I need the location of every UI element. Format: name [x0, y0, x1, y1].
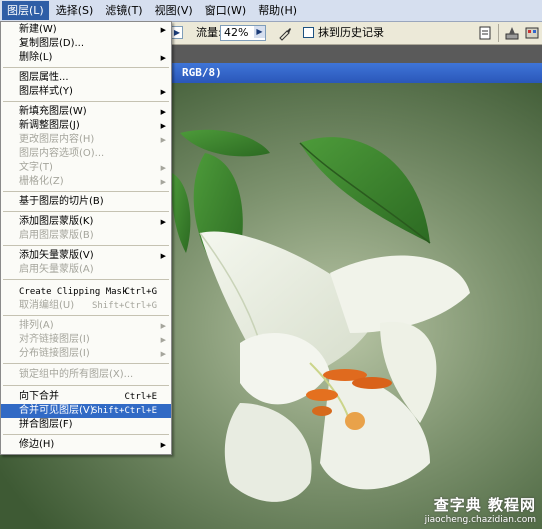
- menu-separator: [3, 211, 169, 212]
- submenu-arrow-icon: ▶: [160, 26, 166, 34]
- menu-help[interactable]: 帮助(H): [253, 1, 302, 20]
- menu-layer[interactable]: 图层(L): [2, 1, 49, 20]
- menu-item-ungroup[interactable]: 取消编组(U) Shift+Ctrl+G: [1, 299, 171, 313]
- flow-arrow-button[interactable]: ▶: [254, 26, 265, 38]
- palette-icon[interactable]: [524, 25, 540, 41]
- menu-item-lock-all-layers[interactable]: 锁定组中的所有图层(X)...: [1, 368, 171, 382]
- menu-separator: [3, 191, 169, 192]
- menu-separator: [3, 315, 169, 316]
- watermark-title: 查字典 教程网: [433, 496, 536, 514]
- menu-bar: 图层(L) 选择(S) 滤镜(T) 视图(V) 窗口(W) 帮助(H): [0, 0, 542, 22]
- submenu-arrow-icon: ▶: [160, 252, 166, 260]
- submenu-arrow-icon: ▶: [160, 122, 166, 130]
- menu-item-new[interactable]: 新建(W) ▶: [1, 23, 171, 37]
- watermark: 查字典 教程网 jiaocheng.chazidian.com: [425, 494, 536, 525]
- watermark-url: jiaocheng.chazidian.com: [424, 515, 536, 525]
- erase-to-history-label: 抹到历史记录: [318, 26, 384, 39]
- options-separator: [498, 24, 499, 42]
- menu-view[interactable]: 视图(V): [150, 1, 198, 20]
- menu-separator: [3, 67, 169, 68]
- menu-separator: [3, 385, 169, 386]
- menu-item-arrange[interactable]: 排列(A) ▶: [1, 319, 171, 333]
- menu-item-merge-visible[interactable]: 合并可见图层(V) Shift+Ctrl+E: [1, 404, 171, 418]
- submenu-arrow-icon: ▶: [160, 218, 166, 226]
- menu-item-layer-properties[interactable]: 图层属性...: [1, 71, 171, 85]
- submenu-arrow-icon: ▶: [160, 322, 166, 330]
- menu-item-add-layer-mask[interactable]: 添加图层蒙版(K) ▶: [1, 215, 171, 229]
- menu-item-layer-content-options[interactable]: 图层内容选项(O)...: [1, 147, 171, 161]
- document-title-text: RGB/8): [182, 66, 222, 79]
- menu-item-create-clipping-mask[interactable]: Create Clipping Mask Ctrl+G: [1, 285, 171, 299]
- menu-item-change-layer-content[interactable]: 更改图层内容(H) ▶: [1, 133, 171, 147]
- menu-item-new-fill-layer[interactable]: 新填充图层(W) ▶: [1, 105, 171, 119]
- menu-separator: [3, 434, 169, 435]
- menu-window[interactable]: 窗口(W): [200, 1, 251, 20]
- menu-item-matting[interactable]: 修边(H) ▶: [1, 438, 171, 452]
- submenu-arrow-icon: ▶: [160, 178, 166, 186]
- menu-separator: [3, 363, 169, 364]
- menu-separator: [3, 101, 169, 102]
- document-icon[interactable]: [478, 25, 492, 41]
- submenu-arrow-icon: ▶: [160, 164, 166, 172]
- menu-item-enable-vector-mask[interactable]: 启用矢量蒙版(A): [1, 263, 171, 277]
- menu-item-new-adjustment-layer[interactable]: 新调整图层(J) ▶: [1, 119, 171, 133]
- menu-item-layer-style[interactable]: 图层样式(Y) ▶: [1, 85, 171, 99]
- document-title-bar[interactable]: RGB/8): [172, 63, 542, 83]
- menu-item-rasterize[interactable]: 栅格化(Z) ▶: [1, 175, 171, 189]
- brushes-icon[interactable]: [504, 25, 520, 41]
- flow-label: 流量:: [196, 26, 222, 39]
- menu-item-duplicate-layer[interactable]: 复制图层(D)...: [1, 37, 171, 51]
- submenu-arrow-icon: ▶: [160, 441, 166, 449]
- menu-item-flatten-image[interactable]: 拼合图层(F): [1, 418, 171, 432]
- layer-menu: 新建(W) ▶ 复制图层(D)... 删除(L) ▶ 图层属性... 图层样式(Y)…: [0, 21, 172, 455]
- menu-item-enable-layer-mask[interactable]: 启用图层蒙版(B): [1, 229, 171, 243]
- menu-select[interactable]: 选择(S): [51, 1, 99, 20]
- menu-item-layer-based-slice[interactable]: 基于图层的切片(B): [1, 195, 171, 209]
- submenu-arrow-icon: ▶: [160, 88, 166, 96]
- submenu-arrow-icon: ▶: [160, 108, 166, 116]
- erase-to-history-checkbox[interactable]: [303, 27, 314, 38]
- submenu-arrow-icon: ▶: [160, 136, 166, 144]
- menu-separator: [3, 279, 169, 280]
- menu-item-align-linked[interactable]: 对齐链接图层(I) ▶: [1, 333, 171, 347]
- menu-item-type[interactable]: 文字(T) ▶: [1, 161, 171, 175]
- menu-item-merge-down[interactable]: 向下合并 Ctrl+E: [1, 390, 171, 404]
- menu-item-add-vector-mask[interactable]: 添加矢量蒙版(V) ▶: [1, 249, 171, 263]
- menu-separator: [3, 245, 169, 246]
- menu-item-delete[interactable]: 删除(L) ▶: [1, 51, 171, 65]
- opacity-arrow-button[interactable]: ▶: [171, 26, 183, 39]
- menu-item-distribute-linked[interactable]: 分布链接图层(I) ▶: [1, 347, 171, 361]
- submenu-arrow-icon: ▶: [160, 350, 166, 358]
- submenu-arrow-icon: ▶: [160, 54, 166, 62]
- menu-filter[interactable]: 滤镜(T): [100, 1, 147, 20]
- airbrush-icon[interactable]: [277, 25, 293, 41]
- submenu-arrow-icon: ▶: [160, 336, 166, 344]
